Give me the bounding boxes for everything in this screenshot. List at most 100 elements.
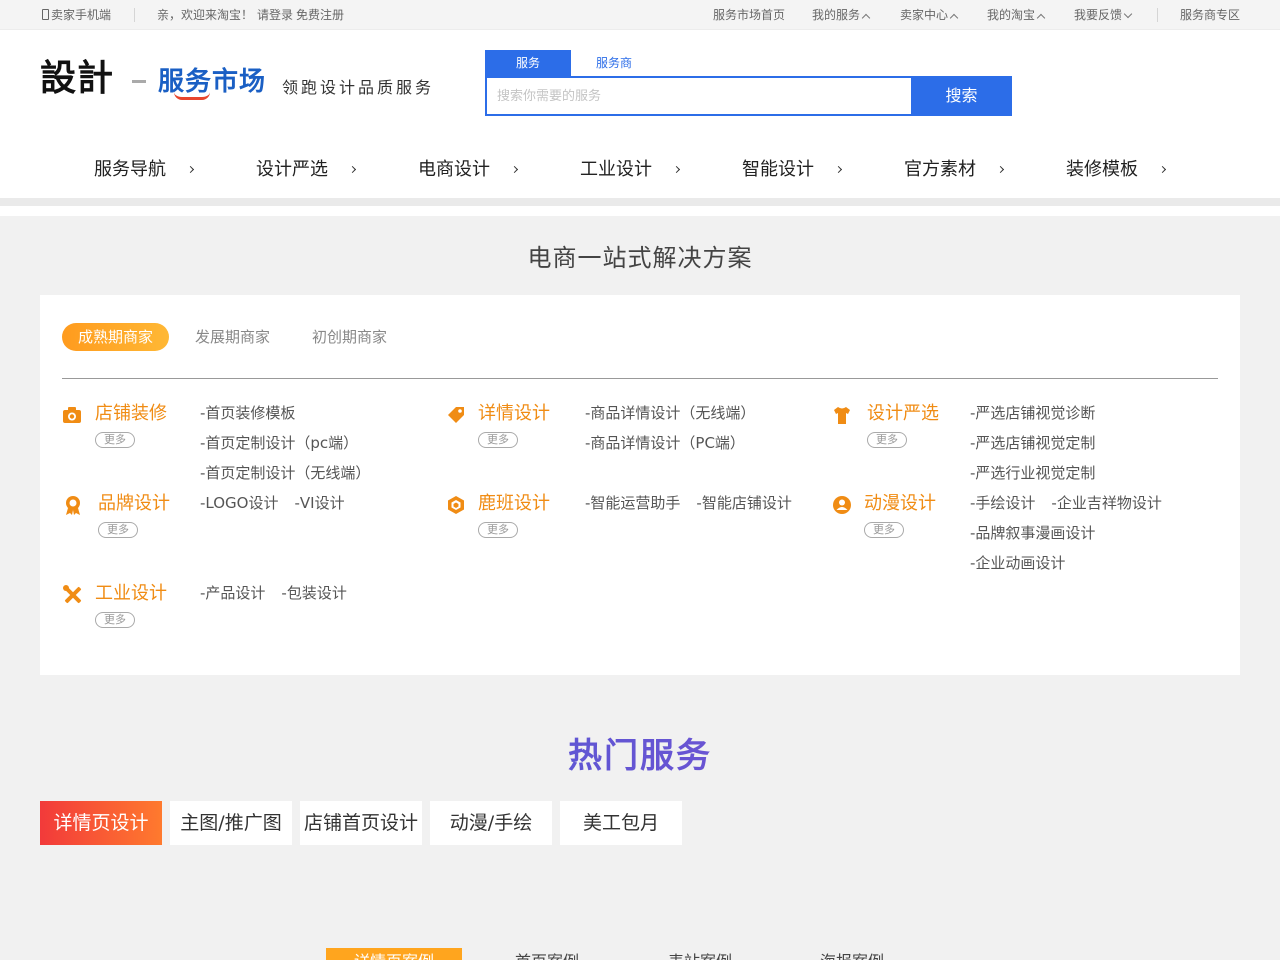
phone-icon [42, 9, 49, 20]
tools-icon [63, 585, 82, 604]
service-link[interactable]: -首页装修模板 [200, 404, 295, 422]
case-tab-homepage[interactable]: 首页案例 [515, 948, 579, 960]
hot-services-title: 热门服务 [0, 730, 1280, 782]
nav-item-official-assets[interactable]: 官方素材 [904, 152, 1005, 188]
header: 設計 服务市场 领跑设计品质服务 服务 服务商 搜索 服务导航 设计严选 电商设… [0, 30, 1280, 198]
market-home-link[interactable]: 服务市场首页 [713, 7, 785, 23]
camera-icon [63, 407, 81, 423]
case-tab-site[interactable]: 表站案例 [668, 948, 732, 960]
seller-center-menu[interactable]: 卖家中心 [900, 7, 959, 23]
hot-tab-main-image[interactable]: 主图/推广图 [170, 801, 292, 845]
service-link[interactable]: -企业动画设计 [970, 554, 1065, 572]
nav-item-design-selection[interactable]: 设计严选 [256, 152, 357, 188]
service-link[interactable]: -包装设计 [281, 584, 346, 602]
category-name[interactable]: 工业设计 [95, 582, 167, 606]
shirt-icon [834, 407, 850, 424]
header-divider-light [0, 206, 1280, 216]
more-button[interactable]: 更多 [867, 432, 907, 448]
case-tab-poster[interactable]: 海报案例 [820, 948, 884, 960]
header-divider [0, 198, 1280, 206]
hot-tab-detail-page[interactable]: 详情页设计 [40, 801, 162, 845]
service-link[interactable]: -企业吉祥物设计 [1051, 494, 1161, 512]
chevron-up-icon [949, 13, 959, 23]
search-box: 搜索 [485, 76, 1012, 116]
more-button[interactable]: 更多 [95, 612, 135, 628]
seller-mobile-link[interactable]: 卖家手机端 [42, 7, 111, 23]
welcome-text: 亲，欢迎来淘宝！ [157, 8, 254, 22]
category-name[interactable]: 品牌设计 [98, 492, 170, 516]
chevron-up-icon [1036, 13, 1046, 23]
service-link[interactable]: -商品详情设计（无线端） [585, 404, 755, 422]
category-links: -商品详情设计（无线端） -商品详情设计（PC端） [585, 398, 771, 458]
category-links: -LOGO设计 -VI设计 [200, 488, 361, 518]
search-tab-provider[interactable]: 服务商 [571, 50, 657, 76]
category-name[interactable]: 动漫设计 [864, 492, 936, 516]
service-link[interactable]: -LOGO设计 [200, 494, 278, 512]
feedback-menu[interactable]: 我要反馈 [1074, 7, 1133, 23]
service-link[interactable]: -严选行业视觉定制 [970, 464, 1095, 482]
solutions-title: 电商一站式解决方案 [527, 244, 753, 272]
category-name[interactable]: 详情设计 [478, 402, 550, 426]
nav-item-industrial-design[interactable]: 工业设计 [580, 152, 681, 188]
logo-dash [132, 80, 146, 83]
user-icon [833, 496, 851, 514]
service-link[interactable]: -VI设计 [294, 494, 344, 512]
service-link[interactable]: -智能运营助手 [585, 494, 680, 512]
chevron-right-icon [1158, 165, 1167, 174]
more-button[interactable]: 更多 [95, 432, 135, 448]
nav-item-ecommerce-design[interactable]: 电商设计 [418, 152, 519, 188]
service-link[interactable]: -智能店铺设计 [696, 494, 791, 512]
chevron-right-icon [834, 165, 843, 174]
category-name[interactable]: 设计严选 [867, 402, 939, 426]
category-links: -智能运营助手 -智能店铺设计 [585, 488, 808, 518]
category-links: -严选店铺视觉诊断 -严选店铺视觉定制 -严选行业视觉定制 [970, 398, 1111, 488]
hot-tab-store-homepage[interactable]: 店铺首页设计 [300, 801, 422, 845]
register-link[interactable]: 免费注册 [296, 7, 344, 23]
category-name[interactable]: 鹿班设计 [478, 492, 550, 516]
service-link[interactable]: -首页定制设计（pc端） [200, 434, 358, 452]
service-link[interactable]: -产品设计 [200, 584, 265, 602]
service-link[interactable]: -严选店铺视觉定制 [970, 434, 1095, 452]
chevron-right-icon [348, 165, 357, 174]
nav-item-decoration-templates[interactable]: 装修模板 [1066, 152, 1167, 188]
stage-tab-growing[interactable]: 发展期商家 [179, 323, 286, 351]
my-services-menu[interactable]: 我的服务 [812, 7, 871, 23]
stage-tab-startup[interactable]: 初创期商家 [296, 323, 403, 351]
stage-tab-mature[interactable]: 成熟期商家 [62, 323, 170, 351]
service-link[interactable]: -首页定制设计（无线端） [200, 464, 370, 482]
more-button[interactable]: 更多 [98, 522, 138, 538]
more-button[interactable]: 更多 [478, 522, 518, 538]
chevron-right-icon [672, 165, 681, 174]
chevron-up-icon [861, 13, 871, 23]
solutions-card: 成熟期商家 发展期商家 初创期商家 店铺装修 更多 -首页装修模板 -首页定制设… [40, 295, 1240, 675]
hot-tab-anime-handdrawn[interactable]: 动漫/手绘 [430, 801, 552, 845]
chevron-right-icon [996, 165, 1005, 174]
category-links: -首页装修模板 -首页定制设计（pc端） -首页定制设计（无线端） [200, 398, 386, 488]
hot-tab-monthly-designer[interactable]: 美工包月 [560, 801, 682, 845]
search-button[interactable]: 搜索 [911, 76, 1012, 116]
nav-item-smart-design[interactable]: 智能设计 [742, 152, 843, 188]
service-link[interactable]: -品牌叙事漫画设计 [970, 524, 1095, 542]
search-input[interactable] [487, 78, 911, 114]
provider-zone-link[interactable]: 服务商专区 [1180, 7, 1240, 23]
tag-icon [448, 407, 464, 423]
search-tab-service[interactable]: 服务 [485, 50, 571, 76]
nav-item-service-guide[interactable]: 服务导航 [94, 152, 195, 188]
service-link[interactable]: -手绘设计 [970, 494, 1035, 512]
chevron-right-icon [186, 165, 195, 174]
category-name[interactable]: 店铺装修 [95, 402, 167, 426]
login-link[interactable]: 请登录 [257, 7, 293, 23]
category-links: -产品设计 -包装设计 [200, 578, 363, 608]
chevron-right-icon [510, 165, 519, 174]
case-tab-detail[interactable]: 详情页案例 [326, 948, 462, 960]
more-button[interactable]: 更多 [478, 432, 518, 448]
main-nav: 服务导航 设计严选 电商设计 工业设计 智能设计 官方素材 装修模板 [0, 152, 1280, 188]
service-link[interactable]: -商品详情设计（PC端） [585, 434, 745, 452]
topbar-divider [1157, 8, 1158, 22]
logo-design[interactable]: 設計 [40, 56, 114, 100]
logo-slogan: 领跑设计品质服务 [282, 78, 435, 97]
my-taobao-menu[interactable]: 我的淘宝 [987, 7, 1046, 23]
stage-divider [62, 378, 1218, 379]
service-link[interactable]: -严选店铺视觉诊断 [970, 404, 1095, 422]
more-button[interactable]: 更多 [864, 522, 904, 538]
